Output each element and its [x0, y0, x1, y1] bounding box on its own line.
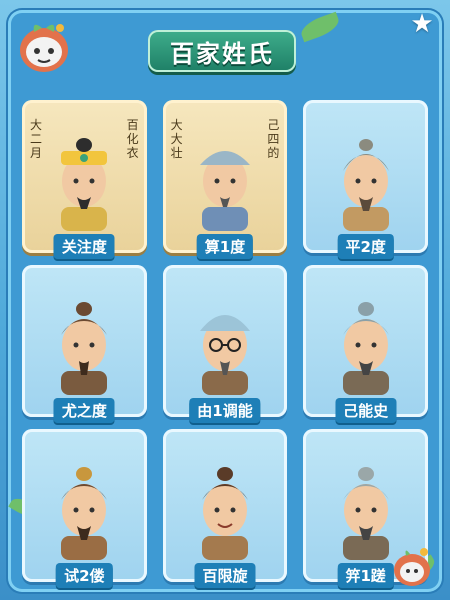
character-portrait [311, 108, 420, 231]
card-label: 尤之度 [53, 398, 115, 424]
mascot-icon [20, 24, 68, 72]
card-label: 己能史 [335, 398, 397, 424]
mascot-icon [394, 548, 430, 586]
portrait-card-3[interactable]: 平2度 [303, 100, 428, 259]
portrait-card-6[interactable]: 己能史 [303, 264, 428, 424]
portrait-card-2[interactable]: 大 大 壮 己 四 的 算1度 [162, 100, 288, 259]
card-label: 关注度 [53, 233, 115, 259]
card-label: 笄1蹉 [337, 563, 394, 588]
character-portrait [30, 108, 139, 231]
star-icon[interactable]: ★ [408, 10, 436, 38]
card-label: 百限旋 [194, 563, 256, 588]
card-label: 算1度 [196, 233, 254, 259]
surname-grid: 大 二 月 百 化 衣 关注度 大 大 壮 己 四 的 算1度 平2度 尤之度 … [22, 100, 428, 588]
character-portrait [311, 273, 420, 396]
card-label: 由1调能 [189, 398, 261, 424]
character-portrait [171, 273, 280, 396]
portrait-card-1[interactable]: 大 二 月 百 化 衣 关注度 [22, 100, 147, 259]
portrait-card-8[interactable]: 百限旋 [162, 429, 288, 588]
character-portrait [30, 273, 139, 396]
portrait-card-7[interactable]: 试2偻 [22, 429, 147, 588]
page-title-banner: 百家姓氏 [148, 30, 296, 72]
portrait-card-5[interactable]: 由1调能 [162, 264, 288, 424]
portrait-card-4[interactable]: 尤之度 [22, 264, 147, 424]
page-title: 百家姓氏 [170, 38, 274, 68]
card-label: 平2度 [337, 233, 394, 259]
character-portrait [171, 108, 280, 231]
card-label: 试2偻 [56, 563, 113, 588]
character-portrait [30, 437, 139, 560]
character-portrait [171, 437, 280, 560]
